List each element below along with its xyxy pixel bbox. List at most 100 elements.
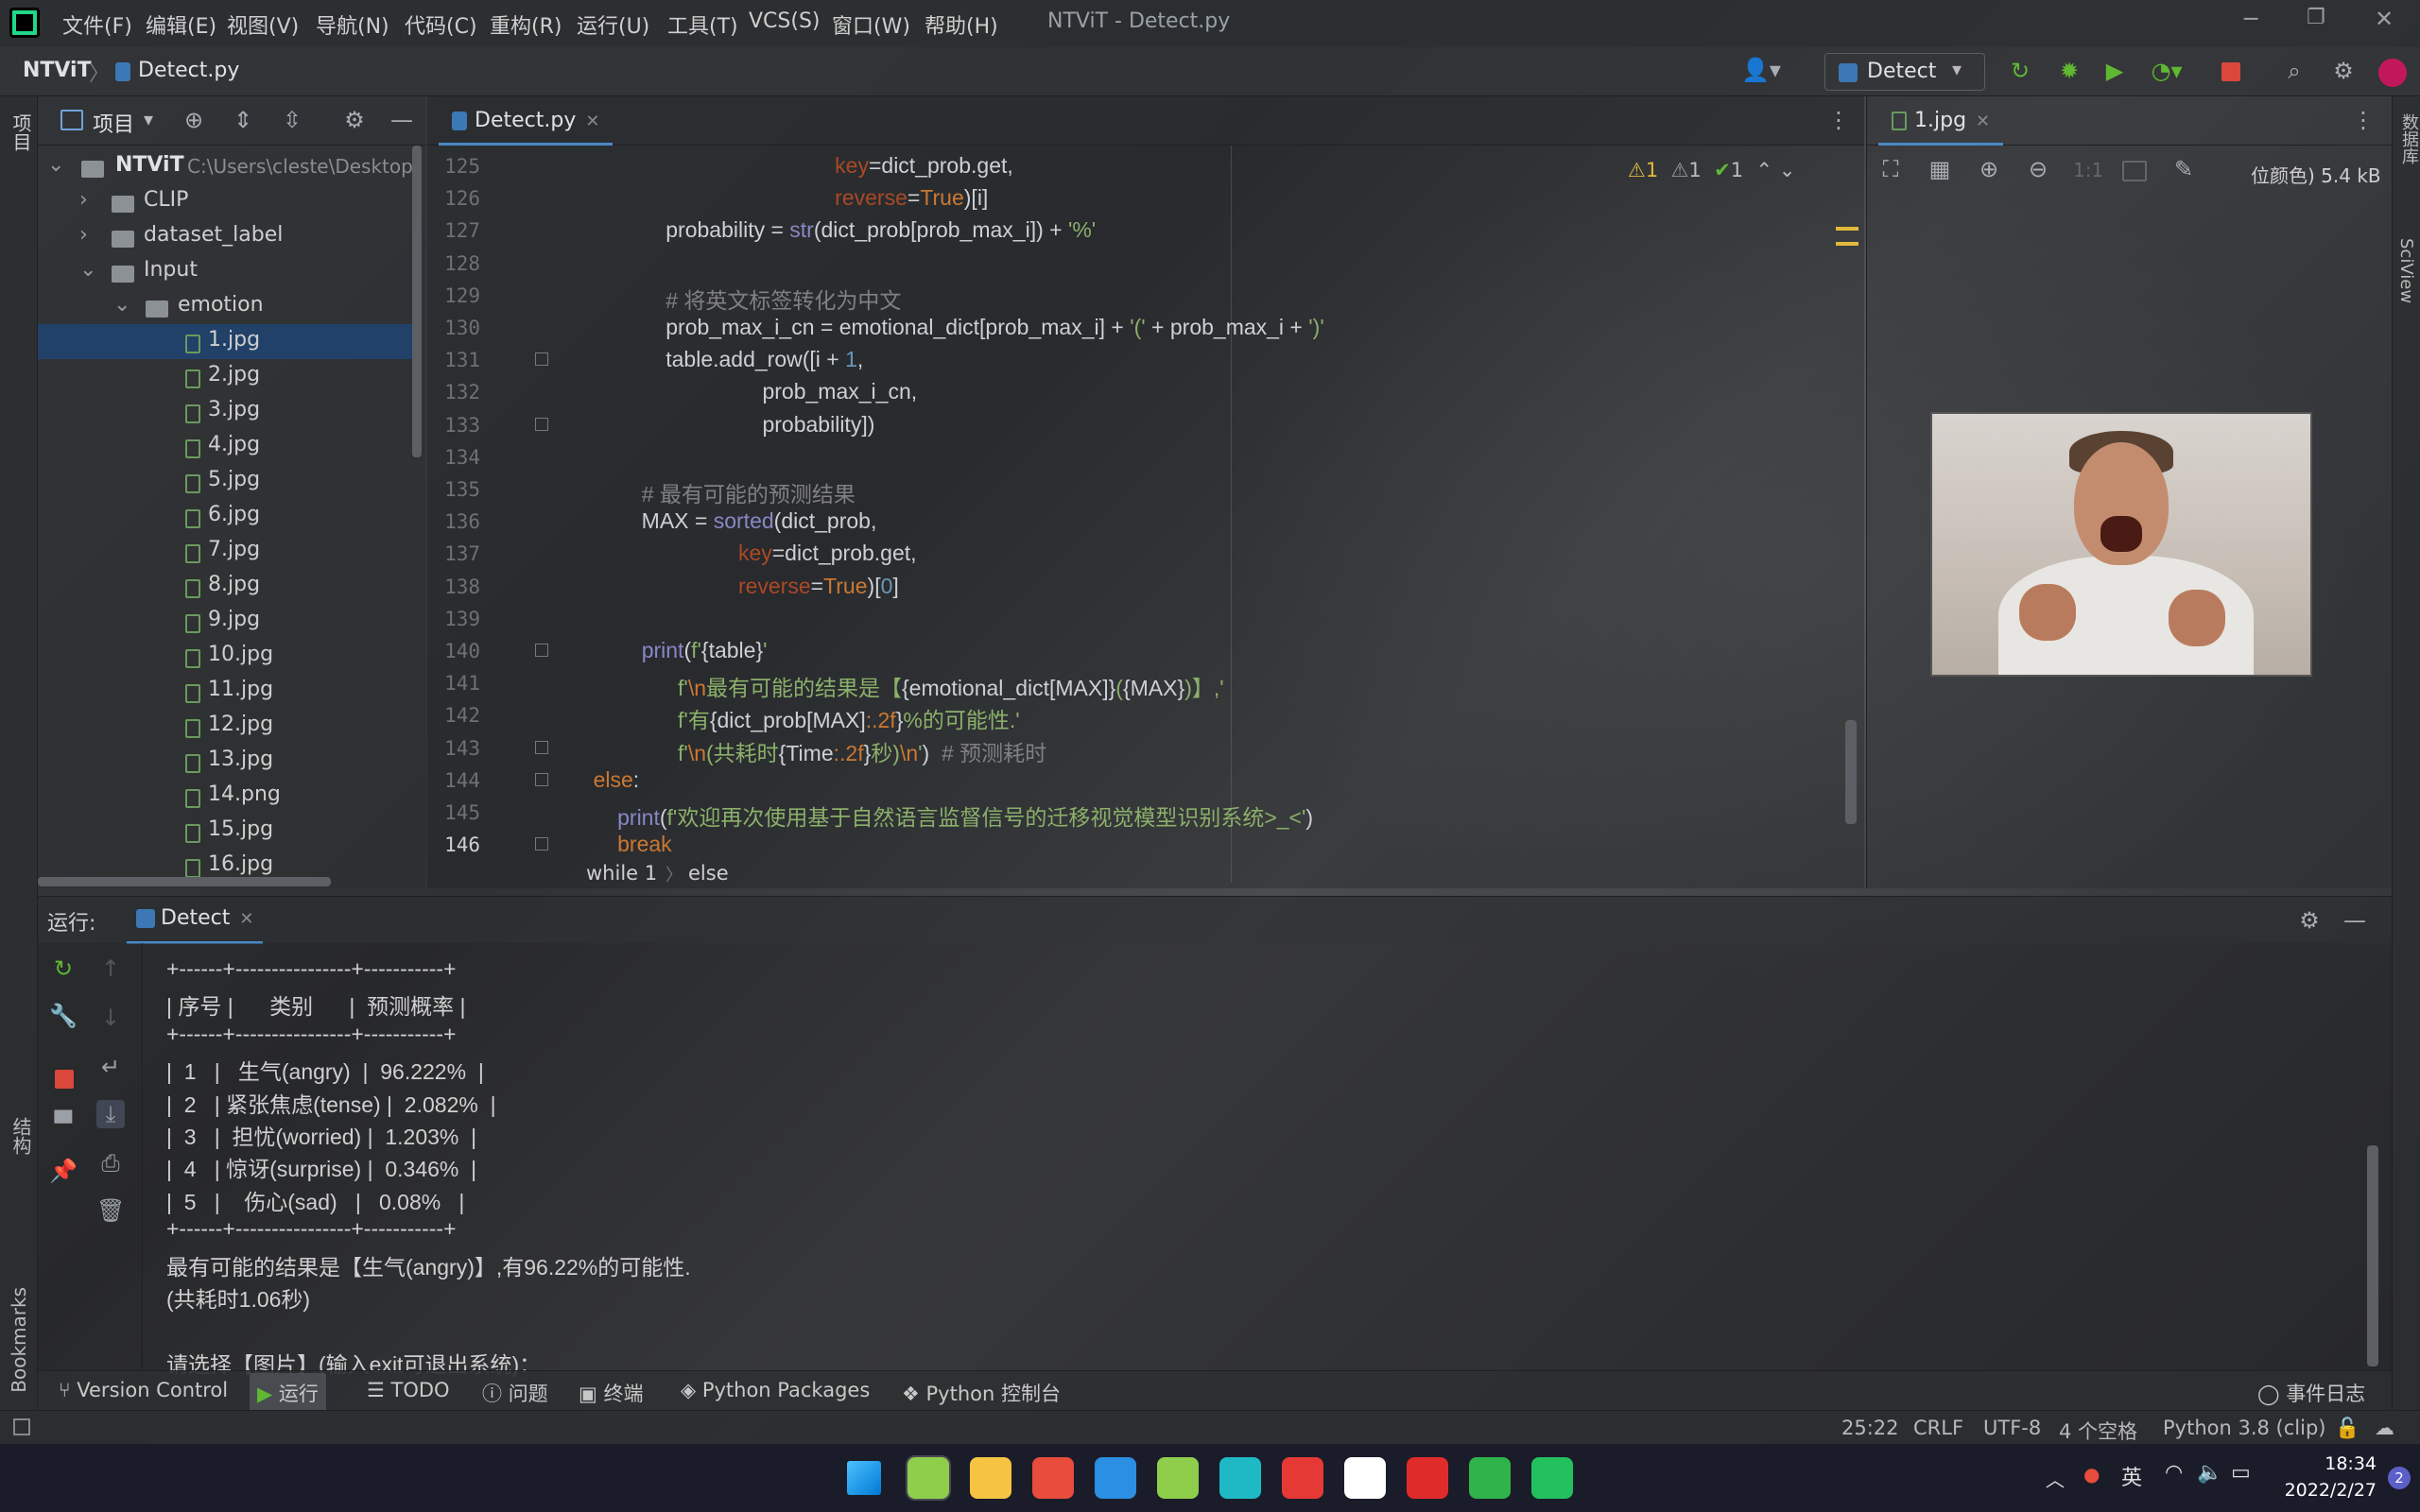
hide-panel-icon[interactable]: — [2341,906,2369,935]
locate-file-icon[interactable]: ⊕ [180,106,208,134]
tree-file[interactable]: 3.jpg [38,394,416,429]
breadcrumb-file[interactable]: Detect.py [138,59,239,82]
close-tab-icon[interactable]: ✕ [239,909,253,929]
tree-file[interactable]: 14.png [38,779,416,814]
pycharm-ce-icon[interactable] [1157,1457,1199,1499]
code-line[interactable]: break [569,832,672,857]
tree-file[interactable]: 10.jpg [38,639,416,674]
fold-marker-icon[interactable] [535,740,548,754]
volume-icon[interactable]: 🔈 [2197,1461,2222,1485]
fold-marker-icon[interactable] [535,837,548,851]
vscode-icon[interactable] [1095,1457,1136,1499]
chevron-up-icon[interactable]: ︿ [2046,1465,2065,1492]
warning-marker[interactable] [1836,227,1858,231]
indent-setting[interactable]: 4 个空格 [2059,1417,2137,1445]
typora-icon[interactable] [1344,1457,1386,1499]
database-tool-window-button[interactable]: 数据库 [2396,113,2420,164]
wifi-icon[interactable]: ◠ [2165,1461,2183,1485]
code-line[interactable]: probability = str(dict_prob[prob_max_i])… [569,217,1096,243]
windows-start-icon[interactable] [847,1461,881,1495]
chevron-up-icon[interactable]: ⌃ [1755,159,1772,181]
tree-file[interactable]: 11.jpg [38,674,416,709]
tree-file[interactable]: 7.jpg [38,534,416,569]
code-line[interactable]: reverse=True)[i] [569,185,988,211]
more-options-icon[interactable]: ⋮ [2349,106,2377,134]
edge-icon[interactable] [1219,1457,1261,1499]
console-scrollbar[interactable] [2367,1145,2378,1366]
tab-todo[interactable]: ☰ TODO [367,1379,450,1401]
code-line[interactable]: key=dict_prob.get, [569,153,1013,179]
warning-marker[interactable] [1836,242,1858,246]
line-separator[interactable]: CRLF [1913,1417,1963,1439]
notification-icon[interactable]: ☁ [2375,1417,2394,1439]
input-language[interactable]: 英 [2121,1461,2142,1491]
collapse-all-icon[interactable]: ⇳ [278,106,306,134]
structure-tool-window-button[interactable]: 结构 [8,1117,35,1155]
coverage-icon[interactable]: ▶ [2100,57,2129,85]
pycharm-icon[interactable] [906,1455,951,1501]
close-button[interactable]: ✕ [2375,6,2394,32]
code-line[interactable]: key=dict_prob.get, [569,541,917,566]
account-avatar-icon[interactable] [2378,59,2407,87]
color-picker-icon[interactable]: ✎ [2169,155,2198,183]
chevron-down-icon[interactable]: ⌄ [1779,159,1796,181]
grid-icon[interactable]: ▦ [1926,155,1954,183]
maximize-button[interactable]: ❐ [2307,6,2325,29]
stop-icon[interactable] [2221,62,2240,81]
tab-detect-py[interactable]: Detect.py ✕ [439,102,614,146]
trash-icon[interactable]: 🗑 [96,1196,125,1225]
menu-item[interactable]: 代码(C) [405,9,477,40]
chevron-down-icon[interactable]: ⌄ [113,293,130,317]
menu-item[interactable]: 帮助(H) [925,9,998,40]
wechat-icon[interactable] [1531,1457,1573,1499]
chevron-right-icon[interactable]: › [79,188,88,212]
bookmarks-tool-window-button[interactable]: Bookmarks [8,1287,30,1393]
tree-folder[interactable]: › CLIP [38,184,416,219]
tree-file[interactable]: 9.jpg [38,604,416,639]
code-line[interactable]: f'有{dict_prob[MAX]:.2f}%的可能性.' [569,702,1020,734]
tree-file[interactable]: 15.jpg [38,814,416,849]
wechat-files-icon[interactable] [1469,1457,1511,1499]
expand-all-icon[interactable]: ⇕ [229,106,257,134]
minimize-button[interactable]: ─ [2244,6,2257,32]
tree-file[interactable]: 4.jpg [38,429,416,464]
project-panel-title[interactable]: 项目 [93,108,134,138]
background-icon[interactable] [2122,161,2147,181]
code-line[interactable]: print(f'欢迎再次使用基于自然语言监督信号的迁移视觉模型识别系统>_<') [569,799,1313,832]
stop-icon[interactable] [55,1070,74,1089]
code-line[interactable]: # 最有可能的预测结果 [569,476,856,508]
tree-file[interactable]: 13.jpg [38,744,416,779]
file-explorer-icon[interactable] [970,1457,1011,1499]
layout-icon[interactable]: ▀ [49,1109,78,1138]
fold-marker-icon[interactable] [535,644,548,657]
tab-problems[interactable]: ⓘ 问题 [482,1379,548,1407]
actual-size-button[interactable]: 1:1 [2073,159,2103,181]
user-icon[interactable]: 👤▾ [1741,57,1781,83]
fold-marker-icon[interactable] [535,772,548,786]
notification-badge[interactable]: 2 [2388,1467,2411,1489]
fit-to-screen-icon[interactable]: ⛶ [1876,155,1905,183]
menu-item[interactable]: 文件(F) [62,9,132,40]
arrow-up-icon[interactable]: ↑ [96,954,125,983]
toggle-tool-windows-icon[interactable] [13,1418,30,1435]
settings-gear-icon[interactable]: ⚙ [2295,906,2324,935]
arrow-down-icon[interactable]: ↓ [96,1004,125,1032]
code-line[interactable]: print(f'{table}' [569,638,768,663]
tree-scrollbar[interactable] [412,146,422,457]
file-encoding[interactable]: UTF-8 [1983,1417,2041,1439]
code-line[interactable]: # 将英文标签转化为中文 [569,283,901,315]
menu-item[interactable]: 编辑(E) [146,9,216,40]
menu-item[interactable]: 运行(U) [577,9,649,40]
close-tab-icon[interactable]: ✕ [1976,112,1990,131]
breadcrumb-else[interactable]: else [688,862,729,885]
code-line[interactable]: MAX = sorted(dict_prob, [569,508,877,534]
battery-icon[interactable]: ▭ [2231,1461,2251,1485]
sciview-tool-window-button[interactable]: SciView [2396,238,2416,303]
profile-icon[interactable]: ◔▾ [2146,57,2187,85]
code-line[interactable]: reverse=True)[0] [569,574,899,599]
chrome-icon[interactable] [1032,1457,1074,1499]
clock-time[interactable]: 18:34 [2278,1453,2377,1474]
tree-file[interactable]: 12.jpg [38,709,416,744]
hide-panel-icon[interactable]: — [388,106,416,134]
chevron-down-icon[interactable]: ⌄ [79,258,96,282]
